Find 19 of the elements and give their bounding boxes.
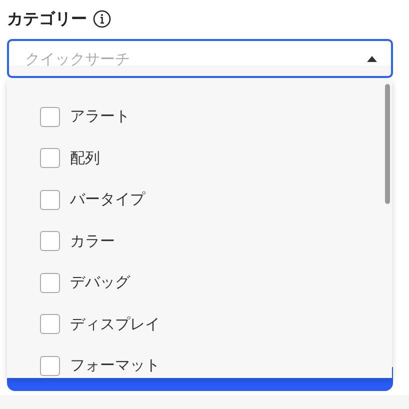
option-label[interactable]: カラー bbox=[70, 232, 115, 251]
checkbox[interactable] bbox=[40, 356, 60, 376]
checkbox[interactable] bbox=[40, 106, 60, 127]
option-label[interactable]: 配列 bbox=[70, 148, 100, 168]
checkbox[interactable] bbox=[40, 190, 60, 210]
option-label[interactable]: フォーマット bbox=[70, 356, 160, 376]
checkbox[interactable] bbox=[40, 314, 60, 334]
option-label[interactable]: バータイプ bbox=[70, 190, 145, 210]
checkbox[interactable] bbox=[40, 272, 60, 293]
scrollbar[interactable] bbox=[385, 84, 390, 204]
search-input[interactable]: クイックサーチ bbox=[23, 48, 327, 68]
checkbox[interactable] bbox=[40, 148, 60, 168]
option-label[interactable]: ディスプレイ bbox=[70, 314, 160, 334]
info-icon[interactable] bbox=[93, 10, 111, 28]
checkbox[interactable] bbox=[40, 231, 60, 252]
search-field[interactable]: クイックサーチ bbox=[7, 39, 393, 78]
option-label[interactable]: アラート bbox=[70, 107, 130, 126]
field-label: カテゴリー bbox=[7, 8, 87, 30]
option-label[interactable]: デバッグ bbox=[70, 273, 130, 292]
